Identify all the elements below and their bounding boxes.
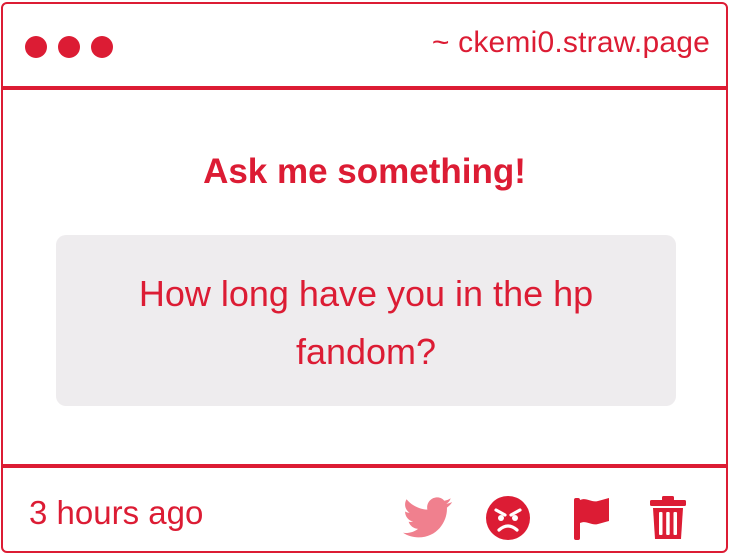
angry-face-icon [486,496,530,540]
trash-icon [650,496,686,539]
card-footer: 3 hours ago [3,464,726,551]
window-dot-2 [58,36,80,58]
window-dot-3 [91,36,113,58]
question-text-box: How long have you in the hp fandom? [56,235,676,406]
angry-reaction-button[interactable] [483,494,533,542]
flag-button[interactable] [566,494,616,542]
page-title: Ask me something! [203,152,526,191]
flag-icon [574,498,609,540]
window-dot-1 [25,36,47,58]
share-twitter-button[interactable] [403,494,453,542]
question-card: ~ ckemi0.straw.page Ask me something! Ho… [1,2,728,553]
question-text: How long have you in the hp fandom? [138,273,594,372]
page-url-link[interactable]: ~ ckemi0.straw.page [432,26,710,60]
delete-button[interactable] [643,494,693,542]
window-title-bar: ~ ckemi0.straw.page [3,4,726,90]
twitter-icon [403,497,453,538]
timestamp: 3 hours ago [29,494,204,531]
